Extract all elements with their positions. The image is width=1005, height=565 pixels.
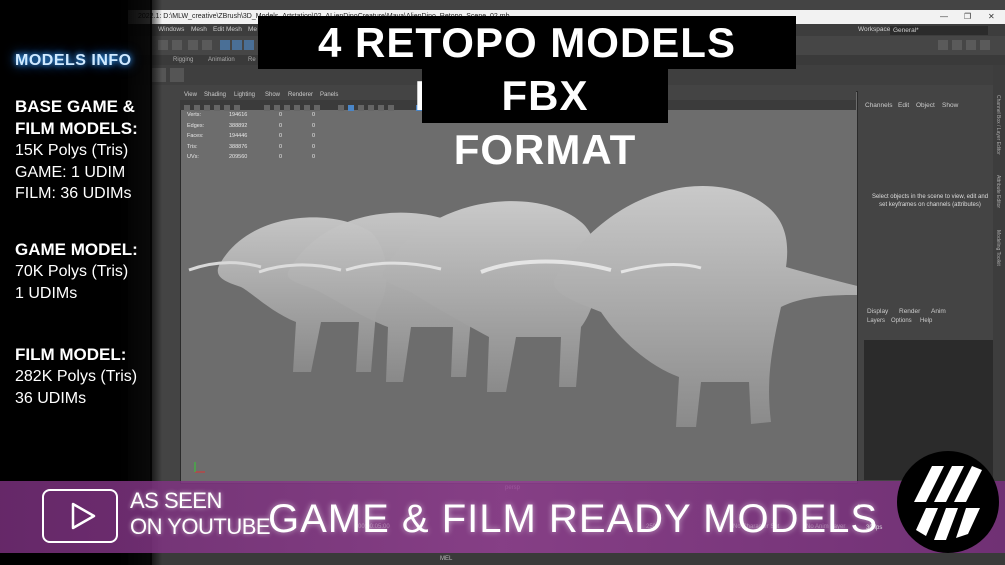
hud-value: 0	[312, 154, 316, 160]
section-line: 70K Polys (Tris)	[15, 263, 129, 280]
brand-logo	[896, 450, 1000, 554]
vp-menu-show[interactable]: Show	[265, 91, 280, 100]
side-tab-attribute-editor[interactable]: Attribute Editor	[995, 175, 1001, 208]
layer-menu-options[interactable]: Options	[891, 318, 912, 324]
hud-value: 388876	[229, 143, 248, 150]
section-heading: BASE GAME &	[15, 97, 135, 116]
section-line: 1 UDIMs	[15, 284, 78, 302]
command-line[interactable]: MEL	[128, 553, 1005, 565]
hud-label: Edges:	[187, 122, 205, 129]
vp-menu-shading[interactable]: Shading	[204, 91, 226, 100]
hud-label: Verts:	[187, 112, 202, 118]
section-heading: FILM MODELS:	[15, 119, 138, 138]
hud-value: 388892	[229, 122, 248, 129]
hud-value: 194616	[229, 112, 248, 118]
hud-value: 0	[279, 122, 283, 129]
section-heading: FILM MODEL:	[15, 345, 127, 364]
side-tab-strip: Channel Box / Layer Editor Attribute Edi…	[993, 65, 1005, 485]
hud-value: 209560	[229, 154, 248, 160]
youtube-play-button[interactable]	[42, 489, 118, 543]
maximize-icon[interactable]: ❐	[964, 10, 971, 24]
info-section-film: FILM MODEL: 282K Polys (Tris) 36 UDIMs	[15, 344, 137, 409]
menu-mesh[interactable]: Mesh	[191, 24, 207, 36]
layer-menu-layers[interactable]: Layers	[867, 318, 885, 324]
vp-menu-renderer[interactable]: Renderer	[288, 91, 313, 100]
layer-tab-display[interactable]: Display	[867, 308, 888, 315]
hud-value: 194446	[229, 133, 248, 139]
hud-label: UVs:	[187, 154, 199, 160]
hud-value: 0	[279, 143, 283, 150]
close-icon[interactable]: ✕	[988, 10, 995, 24]
section-line: 36 UDIMs	[15, 389, 87, 407]
hud-value: 0	[279, 112, 283, 118]
hud-value: 0	[312, 133, 316, 139]
hud-value: 0	[312, 112, 316, 118]
as-seen-on-youtube: AS SEEN ON YOUTUBE	[130, 488, 271, 540]
workspace-select[interactable]: General*	[890, 25, 988, 35]
hud-value: 0	[279, 154, 283, 160]
command-language-label[interactable]: MEL	[440, 553, 452, 565]
shelf-tab-rigging[interactable]: Rigging	[173, 55, 193, 65]
shelf-tool-icon[interactable]	[170, 68, 184, 82]
menu-edit-mesh[interactable]: Edit Mesh	[213, 24, 242, 36]
section-line: 282K Polys (Tris)	[15, 368, 138, 385]
section-line: GAME: 1 UDIM	[15, 163, 126, 181]
play-icon	[71, 502, 96, 530]
side-tab-channel-box[interactable]: Channel Box / Layer Editor	[995, 95, 1001, 155]
info-section-base: BASE GAME & FILM MODELS: 15K Polys (Tris…	[15, 96, 138, 205]
menu-mesh-tools[interactable]: Me	[248, 24, 257, 36]
channel-box-hint: Select objects in the scene to view, edi…	[871, 194, 989, 208]
hud-label: Tris:	[187, 143, 198, 150]
hud-value: 0	[312, 143, 316, 150]
axis-gizmo	[194, 462, 205, 473]
layer-tab-anim[interactable]: Anim	[931, 308, 946, 315]
models-info-heading: MODELS INFO	[15, 52, 132, 69]
headline-fbx: FBX FORMAT	[422, 69, 668, 173]
layer-menu-help[interactable]: Help	[920, 318, 932, 324]
channel-tab-channels[interactable]: Channels	[865, 102, 892, 109]
hud-value: 0	[279, 133, 283, 139]
shelf-tab-rendering[interactable]: Re	[248, 55, 256, 65]
channel-tab-object[interactable]: Object	[916, 102, 935, 109]
minimize-icon[interactable]: —	[940, 10, 948, 24]
section-line: FILM: 36 UDIMs	[15, 185, 132, 202]
layer-tab-render[interactable]: Render	[899, 308, 920, 315]
hud-value: 0	[312, 122, 316, 129]
vp-menu-view[interactable]: View	[184, 91, 197, 100]
vp-menu-panels[interactable]: Panels	[320, 91, 338, 100]
section-heading: GAME MODEL:	[15, 240, 138, 259]
tagline: GAME & FILM READY MODELS	[268, 497, 879, 541]
channel-tab-edit[interactable]: Edit	[898, 102, 909, 109]
side-tab-modeling-toolkit[interactable]: Modeling Toolkit	[995, 230, 1001, 266]
vp-menu-lighting[interactable]: Lighting	[234, 91, 255, 100]
workspace-label: Workspace:	[858, 26, 893, 33]
shelf-tab-animation[interactable]: Animation	[208, 55, 235, 65]
info-section-game: GAME MODEL: 70K Polys (Tris) 1 UDIMs	[15, 239, 138, 304]
as-seen-line: ON YOUTUBE	[130, 514, 271, 539]
poly-count-hud: Verts: 194616 0 0 Edges: 388892 0 0 Face…	[187, 110, 327, 163]
headline-retopo: 4 RETOPO MODELS INCLUDED	[258, 16, 796, 119]
as-seen-line: AS SEEN	[130, 488, 222, 513]
section-line: 15K Polys (Tris)	[15, 142, 129, 159]
hud-label: Faces:	[187, 133, 204, 139]
channel-tab-show[interactable]: Show	[942, 102, 958, 109]
